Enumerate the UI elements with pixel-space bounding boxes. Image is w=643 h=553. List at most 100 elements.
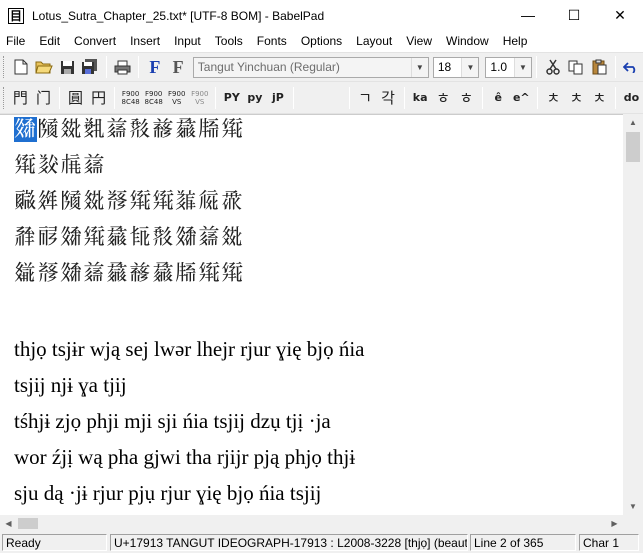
line-spacing-select[interactable]: 1.0 ▼ [485,57,532,78]
tangut-line: 𗽀𗂧𗾱𘝦𗓞𘜔𗒘𗲠𗹢𗋕 [14,117,244,142]
menu-options[interactable]: Options [294,31,349,51]
scrollbar-corner [623,515,643,532]
menu-insert[interactable]: Insert [123,31,167,51]
transcription-line: tsjij njɨ ɣa tjij [14,373,127,398]
simplified-chinese-button[interactable]: 门 [33,87,54,109]
tangut-line: 𗋕𘏒𗍫𗓞 [14,153,106,178]
toolbar-separator [59,87,60,109]
decompose-accent-button[interactable]: e^ [511,87,532,109]
bold-font-button[interactable]: F [144,56,165,78]
compat-to-unified-button[interactable]: F900 8C48 [120,87,141,109]
tangut-button-3[interactable]: ㅊ [589,87,610,109]
menu-edit[interactable]: Edit [32,31,67,51]
title-bar: 目 Lotus_Sutra_Chapter_25.txt* [UTF-8 BOM… [0,0,643,31]
paste-icon[interactable] [589,56,610,78]
menu-input[interactable]: Input [167,31,208,51]
toolbar-separator [215,87,216,109]
chevron-down-icon[interactable]: ▼ [461,58,478,77]
close-button[interactable]: ✕ [597,0,643,30]
transcription-line: tśhjɨ zjọ phji mji sji ńia tsjij dzụ tjị… [14,409,331,434]
toolbar-grip[interactable] [3,87,6,109]
menu-window[interactable]: Window [439,31,496,51]
status-char: Char 1 [579,534,639,551]
window-controls: — ☐ ✕ [505,0,643,30]
horizontal-scroll-thumb[interactable] [18,518,38,529]
toolbar-separator [138,56,139,78]
new-file-icon[interactable] [10,56,31,78]
babelpad-icon[interactable]: 目 [8,8,24,24]
unified-to-compat-button[interactable]: F900 8C48 [143,87,164,109]
menu-file[interactable]: File [0,31,32,51]
selected-character[interactable]: 𗽀 [14,117,37,142]
toolbar-separator [537,87,538,109]
line-text: 𘓺𗤶𗂧𗾱𘃡𗋕𗋕𘐆𗏁𘆏 [14,189,244,214]
hangul-jamo-button[interactable]: ㄱ [355,87,376,109]
chevron-down-icon[interactable]: ▼ [514,58,531,77]
traditional-chinese-button[interactable]: 門 [10,87,31,109]
menu-view[interactable]: View [399,31,439,51]
text-editor[interactable]: 𗽀𗂧𗾱𘝦𗓞𘜔𗒘𗲠𗹢𗋕 𗋕𘏒𗍫𗓞 𘓺𗤶𗂧𗾱𘃡𗋕𗋕𘐆𗏁𘆏 𗴂𗟲𗽀𗋕𗲠𗺉𘜔𗽀𗓞𗾱 𗿧𘃡… [0,114,623,515]
status-line: Line 2 of 365 [470,534,576,551]
open-folder-icon[interactable] [33,56,54,78]
toolbar-grip[interactable] [3,56,6,78]
vertical-scroll-thumb[interactable] [626,132,640,162]
vertical-scrollbar[interactable]: ▲ ▼ [623,114,643,515]
scroll-up-icon[interactable]: ▲ [623,114,643,131]
font-name-select[interactable]: Tangut Yinchuan (Regular) ▼ [193,57,429,78]
simplified-kanji-button[interactable]: 円 [88,87,109,109]
minimize-button[interactable]: — [505,0,551,30]
toolbar-separator [114,87,115,109]
font-size-select[interactable]: 18 ▼ [433,57,480,78]
font-size-value: 18 [438,60,451,74]
undo-icon[interactable] [621,56,642,78]
compat-to-vs-button[interactable]: F900 VS [166,87,187,109]
menu-fonts[interactable]: Fonts [250,31,294,51]
menu-convert[interactable]: Convert [67,31,123,51]
tangut-button-1[interactable]: ㅊ [543,87,564,109]
tangut-line: 𘓺𗤶𗂧𗾱𘃡𗋕𗋕𘐆𗏁𘆏 [14,189,244,214]
tangut-line: 𗿧𘃡𗽀𗓞𗲠𗒘𗲠𗹢𗋕𗋕 [14,261,244,286]
scroll-right-icon[interactable]: ▶ [606,515,623,532]
toolbar-separator [404,87,405,109]
toolbar-separator [615,56,616,78]
status-ready: Ready [2,534,107,551]
save-all-icon[interactable] [80,56,101,78]
hangul-romanize-button[interactable]: ka [410,87,431,109]
hangul-decompose-button[interactable]: ㅎ [456,87,477,109]
save-icon[interactable] [56,56,77,78]
compose-accent-button[interactable]: ê [488,87,509,109]
menu-bar: File Edit Convert Insert Input Tools Fon… [0,31,643,51]
katakana-button[interactable]: 𛂱 [322,87,343,109]
copy-icon[interactable] [565,56,586,78]
scroll-left-icon[interactable]: ◀ [0,515,17,532]
chevron-down-icon[interactable]: ▼ [411,58,428,77]
hiragana-button[interactable]: 𛂰 [299,87,320,109]
pinyin-tone-marks-button[interactable]: PY [221,87,242,109]
font-name-value: Tangut Yinchuan (Regular) [198,60,340,74]
cut-icon[interactable] [542,56,563,78]
line-text: 𗿧𘃡𗽀𗓞𗲠𗒘𗲠𗹢𗋕𗋕 [14,261,244,286]
line-spacing-value: 1.0 [490,60,507,74]
window-title: Lotus_Sutra_Chapter_25.txt* [UTF-8 BOM] … [32,9,324,23]
traditional-kanji-button[interactable]: 圓 [65,87,86,109]
tangut-line: 𗴂𗟲𗽀𗋕𗲠𗺉𘜔𗽀𗓞𗾱 [14,225,244,250]
menu-layout[interactable]: Layout [349,31,399,51]
hangul-compose-button[interactable]: ㅎ [433,87,454,109]
tangut-button-2[interactable]: ㅊ [566,87,587,109]
jyutping-button[interactable]: jP [267,87,288,109]
menu-help[interactable]: Help [496,31,535,51]
pinyin-tone-numbers-button[interactable]: py [244,87,265,109]
maximize-button[interactable]: ☐ [551,0,597,30]
transcription-line: thjọ tsjɨr wją sej lwər lhejr rjur ɣię b… [14,337,365,362]
print-icon[interactable] [112,56,133,78]
hangul-syllable-button[interactable]: 각 [378,87,399,109]
status-character-info: U+17913 TANGUT IDEOGRAPH-17913 : L2008-3… [110,534,468,551]
font-style-button[interactable]: F [168,56,189,78]
scroll-down-icon[interactable]: ▼ [623,498,643,515]
main-toolbar: F F Tangut Yinchuan (Regular) ▼ 18 ▼ 1.0… [0,52,643,82]
menu-tools[interactable]: Tools [208,31,250,51]
tangut-romanize-button[interactable]: do [621,87,642,109]
horizontal-scrollbar[interactable]: ◀ ▶ [0,515,623,532]
vs-to-compat-button[interactable]: F900 VS [189,87,210,109]
status-bar: Ready U+17913 TANGUT IDEOGRAPH-17913 : L… [0,532,643,553]
